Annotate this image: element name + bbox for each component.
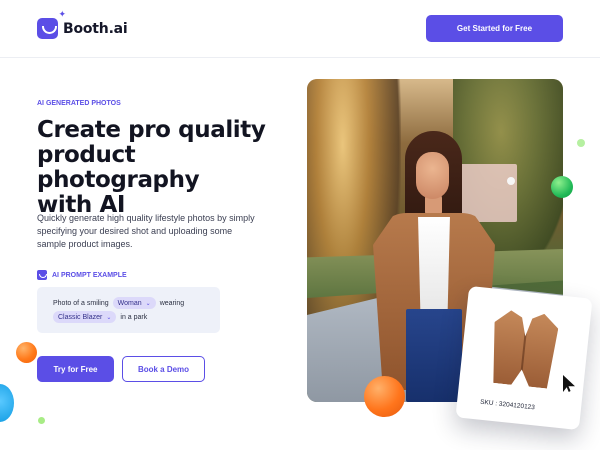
- decorative-blue-dot: [0, 384, 14, 422]
- prompt-example-card: Photo of a smiling Woman ⌄ wearing Class…: [37, 287, 220, 333]
- smile-prompt-icon: [37, 270, 47, 280]
- product-sku-card: SKU : 3204120123: [455, 285, 593, 431]
- try-for-free-button[interactable]: Try for Free: [37, 356, 114, 382]
- hero-description: Quickly generate high quality lifestyle …: [37, 213, 255, 249]
- prompt-label-text: AI PROMPT EXAMPLE: [52, 271, 127, 279]
- product-dropdown[interactable]: Classic Blazer ⌄: [53, 311, 117, 323]
- prompt-line-2: Classic Blazer ⌄ in a park: [53, 311, 147, 323]
- brand-logo[interactable]: Booth.ai: [37, 10, 128, 39]
- prompt-suffix: in a park: [120, 313, 148, 321]
- subject-dropdown-value: Woman: [117, 299, 142, 307]
- decorative-orange-dot: [16, 342, 37, 363]
- hero-title: Create pro quality product photography w…: [37, 118, 297, 218]
- decorative-small-green-dot: [38, 417, 45, 424]
- subject-dropdown[interactable]: Woman ⌄: [112, 297, 156, 309]
- prompt-prefix: Photo of a smiling: [53, 299, 109, 307]
- hero-title-line-2: product photography: [37, 142, 200, 193]
- hero-eyebrow: AI GENERATED PHOTOS: [37, 100, 121, 107]
- get-started-button[interactable]: Get Started for Free: [426, 15, 563, 42]
- chevron-down-icon: ⌄: [106, 314, 112, 321]
- classic-blazer-product: [488, 309, 559, 389]
- decorative-large-orange-dot: [364, 376, 405, 417]
- chevron-down-icon: ⌄: [145, 300, 151, 307]
- model-shirt: [418, 217, 450, 310]
- smile-logo-icon: [37, 10, 66, 39]
- decorative-mini-green-dot: [577, 139, 585, 147]
- book-demo-button[interactable]: Book a Demo: [122, 356, 205, 382]
- model-face: [416, 152, 449, 199]
- prompt-example-label: AI PROMPT EXAMPLE: [37, 270, 127, 280]
- decorative-white-dot: [507, 177, 515, 185]
- model-jeans: [406, 309, 462, 402]
- decorative-green-dot: [551, 176, 573, 198]
- sku-label: SKU : 3204120123: [479, 398, 536, 412]
- hero-title-line-1: Create pro quality: [37, 117, 266, 143]
- brand-name: Booth.ai: [63, 20, 128, 37]
- prompt-middle-text: wearing: [159, 299, 185, 307]
- product-dropdown-value: Classic Blazer: [58, 313, 103, 321]
- top-navigation: Booth.ai Get Started for Free: [0, 0, 600, 58]
- prompt-line-1: Photo of a smiling Woman ⌄ wearing: [53, 297, 184, 309]
